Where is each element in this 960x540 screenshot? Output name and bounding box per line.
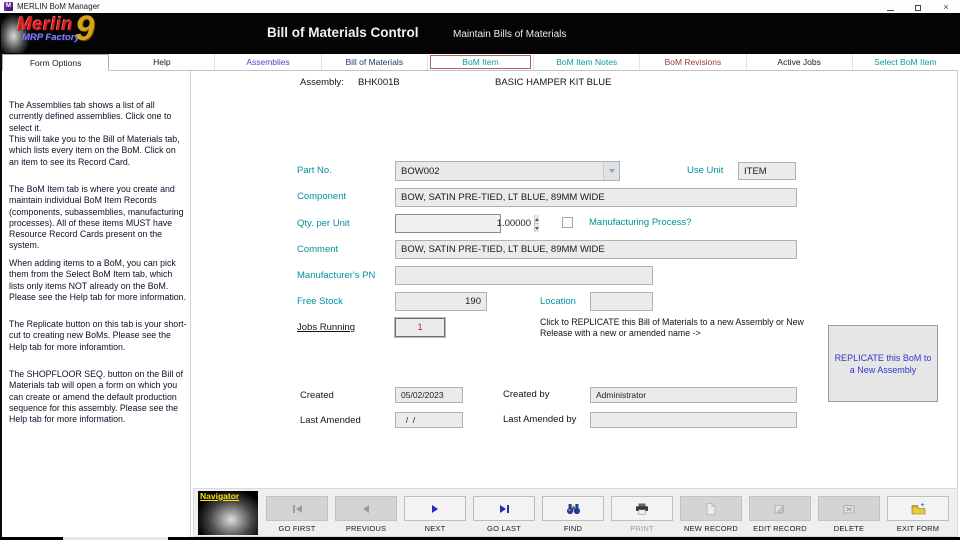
manufacturers-pn-field[interactable] xyxy=(395,266,653,285)
exit-form-icon xyxy=(911,502,926,515)
new-record-button[interactable]: NEW RECORD xyxy=(680,496,742,533)
created-label: Created xyxy=(300,390,334,401)
find-button[interactable]: FIND xyxy=(542,496,604,533)
replicate-hint-text: Click to REPLICATE this Bill of Material… xyxy=(540,317,812,339)
print-icon xyxy=(635,503,649,515)
navigator-label: Navigator xyxy=(200,491,239,501)
find-icon xyxy=(566,503,581,515)
tab-strip: Form Options Help Assemblies Bill of Mat… xyxy=(2,54,958,71)
tab-assemblies[interactable]: Assemblies xyxy=(215,54,321,70)
qty-per-unit-stepper[interactable] xyxy=(395,214,501,233)
print-button[interactable]: PRINT xyxy=(611,496,673,533)
jobs-running-field[interactable] xyxy=(395,318,445,337)
tab-bom-item[interactable]: BoM Item xyxy=(428,54,534,70)
manufacturing-process-checkbox[interactable] xyxy=(562,217,573,228)
chevron-down-icon xyxy=(609,169,615,173)
assembly-code: BHK001B xyxy=(358,77,400,88)
help-paragraph: When adding items to a BoM, you can pick… xyxy=(9,258,187,303)
navigator-bar: Navigator GO FIRST PREVIOUS NEXT GO LAST xyxy=(193,488,958,537)
delete-button[interactable]: DELETE xyxy=(818,496,880,533)
next-button[interactable]: NEXT xyxy=(404,496,466,533)
created-by-label: Created by xyxy=(503,389,549,400)
new-record-icon xyxy=(706,503,716,515)
help-paragraph: The Replicate button on this tab is your… xyxy=(9,319,187,353)
tab-help[interactable]: Help xyxy=(109,54,215,70)
part-no-input[interactable] xyxy=(396,162,603,180)
assembly-label: Assembly: xyxy=(300,77,344,88)
exit-form-button[interactable]: EXIT FORM xyxy=(887,496,949,533)
location-label: Location xyxy=(540,296,576,307)
spin-down-icon xyxy=(535,227,539,230)
free-stock-label: Free Stock xyxy=(297,296,343,307)
go-first-icon xyxy=(293,505,295,513)
previous-button[interactable]: PREVIOUS xyxy=(335,496,397,533)
tab-form-options[interactable]: Form Options xyxy=(2,54,109,71)
spin-up-icon xyxy=(535,218,539,221)
help-paragraph: This will take you to the Bill of Materi… xyxy=(9,134,187,168)
tab-select-bom-item[interactable]: Select BoM Item xyxy=(853,54,958,70)
previous-icon xyxy=(363,505,369,513)
comment-label: Comment xyxy=(297,244,338,255)
part-no-combobox[interactable] xyxy=(395,161,620,181)
merlin-bom-manager-window: M MERLIN BoM Manager × Merlin MRP Factor… xyxy=(0,0,960,540)
manufacturing-process-label: Manufacturing Process? xyxy=(589,217,691,228)
go-last-icon xyxy=(500,505,506,513)
use-unit-field[interactable] xyxy=(738,162,796,180)
use-unit-label: Use Unit xyxy=(687,165,723,176)
jobs-running-label: Jobs Running xyxy=(297,322,355,333)
app-icon: M xyxy=(4,2,13,11)
form-header: Merlin MRP Factory 9 Bill of Materials C… xyxy=(0,13,960,54)
delete-icon xyxy=(843,503,855,515)
part-no-label: Part No. xyxy=(297,165,332,176)
qty-per-unit-label: Qty. per Unit xyxy=(297,218,350,229)
spin-up-button[interactable] xyxy=(535,215,539,224)
content-right-border xyxy=(957,71,958,488)
version-9-logo: 9 xyxy=(75,9,94,49)
component-field[interactable] xyxy=(395,188,797,207)
go-last-button[interactable]: GO LAST xyxy=(473,496,535,533)
edit-record-button[interactable]: EDIT RECORD xyxy=(749,496,811,533)
help-paragraph: The Assemblies tab shows a list of all c… xyxy=(9,100,187,134)
last-amended-by-label: Last Amended by xyxy=(503,414,576,425)
go-first-button[interactable]: GO FIRST xyxy=(266,496,328,533)
tab-bill-of-materials[interactable]: Bill of Materials xyxy=(322,54,428,70)
replicate-bom-button[interactable]: REPLICATE this BoM to a New Assembly xyxy=(828,325,938,402)
created-by-field[interactable] xyxy=(590,387,797,403)
manufacturers-pn-label: Manufacturer's PN xyxy=(297,270,375,281)
qty-per-unit-input[interactable] xyxy=(396,215,534,232)
mrp-factory-logo-text: MRP Factory xyxy=(22,32,80,43)
tab-active-jobs[interactable]: Active Jobs xyxy=(747,54,853,70)
help-text-panel: The Assemblies tab shows a list of all c… xyxy=(2,71,191,537)
spin-down-button[interactable] xyxy=(535,224,539,232)
help-paragraph: The BoM Item tab is where you create and… xyxy=(9,184,187,252)
page-subtitle: Maintain Bills of Materials xyxy=(453,29,566,40)
part-no-dropdown-button[interactable] xyxy=(603,162,619,180)
comment-field[interactable] xyxy=(395,240,797,259)
close-button[interactable]: × xyxy=(932,2,960,12)
edit-record-icon xyxy=(774,503,786,515)
navigator-image: Navigator xyxy=(198,491,258,535)
created-field[interactable] xyxy=(395,387,463,403)
last-amended-by-field[interactable] xyxy=(590,412,797,428)
help-paragraph: The SHOPFLOOR SEQ. button on the Bill of… xyxy=(9,369,187,425)
free-stock-field[interactable] xyxy=(395,292,487,311)
title-bar: M MERLIN BoM Manager × xyxy=(0,0,960,13)
location-field[interactable] xyxy=(590,292,653,311)
assembly-name: BASIC HAMPER KIT BLUE xyxy=(495,77,612,88)
last-amended-label: Last Amended xyxy=(300,415,361,426)
next-icon xyxy=(432,505,438,513)
component-label: Component xyxy=(297,191,346,202)
tab-bom-revisions[interactable]: BoM Revisions xyxy=(640,54,746,70)
tab-bom-item-notes[interactable]: BoM Item Notes xyxy=(534,54,640,70)
last-amended-field[interactable] xyxy=(395,412,463,428)
page-title: Bill of Materials Control xyxy=(267,25,419,40)
